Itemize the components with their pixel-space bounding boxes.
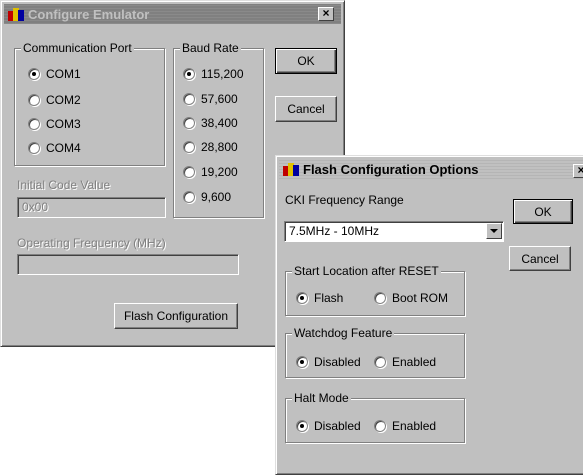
baud-radio[interactable]: 115,200 <box>183 67 244 81</box>
baud-radio[interactable]: 28,800 <box>183 140 238 154</box>
cki-frequency-label: CKI Frequency Range <box>285 193 404 207</box>
radio-icon <box>183 166 195 178</box>
start-location-label: Start Location after RESET <box>292 264 441 278</box>
radio-selected-icon <box>296 292 308 304</box>
radio-icon <box>28 142 40 154</box>
flash-app-icon <box>283 162 299 176</box>
radio-icon <box>183 141 195 153</box>
radio-icon <box>28 94 40 106</box>
baud-option-label: 9,600 <box>201 190 232 204</box>
com-radio[interactable]: COM3 <box>28 117 81 131</box>
watchdog-disabled-label: Disabled <box>314 355 361 369</box>
baud-radio[interactable]: 19,200 <box>183 165 238 179</box>
com-radio[interactable]: COM4 <box>28 141 81 155</box>
cki-frequency-select[interactable]: 7.5MHz - 10MHz <box>284 221 504 242</box>
baud-option-label: 38,400 <box>201 116 238 130</box>
flash-title: Flash Configuration Options <box>303 161 479 177</box>
baud-radio[interactable]: 9,600 <box>183 190 231 204</box>
com-option-label: COM2 <box>46 93 81 107</box>
radio-selected-icon <box>296 356 308 368</box>
operating-frequency-input[interactable] <box>17 254 239 275</box>
radio-icon <box>183 191 195 203</box>
close-icon: × <box>322 6 330 20</box>
radio-selected-icon <box>183 68 195 80</box>
baud-rate-label: Baud Rate <box>180 41 241 55</box>
radio-icon <box>183 117 195 129</box>
baud-option-label: 57,600 <box>201 92 238 106</box>
start-flash-radio[interactable]: Flash <box>296 291 343 305</box>
radio-icon <box>183 93 195 105</box>
com-option-label: COM1 <box>46 67 81 81</box>
initial-code-value-label: Initial Code Value <box>17 178 111 192</box>
radio-selected-icon <box>28 68 40 80</box>
flash-configuration-button[interactable]: Flash Configuration <box>114 303 238 329</box>
watchdog-disabled-radio[interactable]: Disabled <box>296 355 361 369</box>
watchdog-enabled-label: Enabled <box>392 355 437 369</box>
halt-mode-label: Halt Mode <box>292 391 351 405</box>
ok-button[interactable]: OK <box>513 199 573 224</box>
halt-enabled-label: Enabled <box>392 419 437 433</box>
radio-icon <box>28 118 40 130</box>
cancel-button[interactable]: Cancel <box>275 96 337 122</box>
halt-disabled-radio[interactable]: Disabled <box>296 419 361 433</box>
radio-icon <box>374 420 386 432</box>
watchdog-label: Watchdog Feature <box>292 326 395 340</box>
halt-enabled-radio[interactable]: Enabled <box>374 419 436 433</box>
baud-radio[interactable]: 38,400 <box>183 116 238 130</box>
start-boot-rom-radio[interactable]: Boot ROM <box>374 291 448 305</box>
communication-port-label: Communication Port <box>21 41 134 55</box>
baud-option-label: 19,200 <box>201 165 238 179</box>
com-radio[interactable]: COM1 <box>28 67 81 81</box>
emulator-close-button[interactable]: × <box>318 7 334 21</box>
start-boot-rom-label: Boot ROM <box>392 291 449 305</box>
com-option-label: COM3 <box>46 117 81 131</box>
flash-configuration-dialog: Flash Configuration Options × CKI Freque… <box>275 155 583 475</box>
watchdog-enabled-radio[interactable]: Enabled <box>374 355 436 369</box>
com-option-label: COM4 <box>46 141 81 155</box>
cancel-button[interactable]: Cancel <box>509 246 571 271</box>
operating-frequency-label: Operating Frequency (MHz) <box>17 236 166 250</box>
close-icon: × <box>577 163 583 177</box>
cki-frequency-value: 7.5MHz - 10MHz <box>289 224 380 238</box>
radio-selected-icon <box>296 420 308 432</box>
baud-option-label: 115,200 <box>201 67 244 81</box>
ok-button[interactable]: OK <box>275 48 337 74</box>
chevron-down-icon <box>490 229 498 233</box>
baud-option-label: 28,800 <box>201 140 238 154</box>
halt-disabled-label: Disabled <box>314 419 361 433</box>
emulator-title-bar[interactable]: Configure Emulator <box>4 4 341 24</box>
initial-code-value-input[interactable]: 0x00 <box>17 197 166 218</box>
radio-icon <box>374 356 386 368</box>
flash-title-bar[interactable]: Flash Configuration Options <box>279 159 583 179</box>
dropdown-arrow-button[interactable] <box>486 223 502 239</box>
emulator-title: Configure Emulator <box>28 6 150 22</box>
emulator-app-icon <box>8 7 24 21</box>
com-radio[interactable]: COM2 <box>28 93 81 107</box>
start-flash-label: Flash <box>314 291 344 305</box>
baud-radio[interactable]: 57,600 <box>183 92 238 106</box>
flash-close-button[interactable]: × <box>573 164 583 178</box>
radio-icon <box>374 292 386 304</box>
